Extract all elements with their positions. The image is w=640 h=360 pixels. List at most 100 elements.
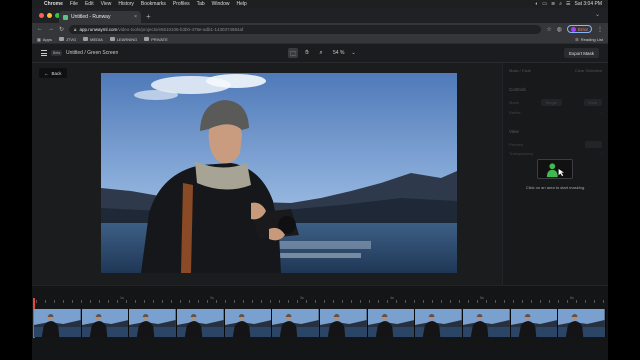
bookmark-jtvg[interactable]: JTVG <box>58 37 76 42</box>
extension-icon[interactable]: ◍ <box>557 26 562 33</box>
timeline-thumbnail <box>558 309 607 337</box>
mask-person-icon <box>537 159 573 179</box>
mode-single-toggle[interactable]: Single <box>540 99 562 106</box>
ruler-tick <box>324 300 325 303</box>
menubar-app-name[interactable]: Chrome <box>44 1 63 7</box>
transparency-toggle-icon[interactable]: ◦ <box>601 151 602 156</box>
new-tab-button[interactable]: + <box>146 12 151 21</box>
ruler-tick <box>360 300 361 303</box>
chevron-down-icon[interactable]: ⌄ <box>351 50 355 56</box>
ruler-tick <box>369 300 370 303</box>
ruler-tick <box>225 300 226 303</box>
preview-row: Preview <box>509 141 602 148</box>
ruler-tick <box>423 300 424 303</box>
controls-section: Controls <box>509 87 602 92</box>
clear-selection-button[interactable]: Clear Selection <box>575 68 602 73</box>
folder-icon <box>144 37 150 41</box>
ruler-tick <box>486 300 487 303</box>
minimize-window-button[interactable] <box>47 13 52 18</box>
back-button[interactable]: ← Back <box>39 68 67 78</box>
ruler-tick <box>252 300 253 303</box>
ruler-tick <box>81 300 82 303</box>
ruler-label: 3s <box>300 296 304 300</box>
avatar <box>571 26 576 32</box>
close-tab-icon[interactable]: × <box>134 14 137 20</box>
preview-select[interactable] <box>585 141 602 148</box>
refine-toggle-icon[interactable]: ◦ <box>601 110 602 115</box>
timeline-thumbnail <box>224 309 273 337</box>
hand-tool-icon[interactable]: ✋︎ <box>302 48 312 58</box>
address-bar[interactable]: 🔒︎ app.runwayml.com/video-tools/projects… <box>69 24 542 34</box>
ruler-tick <box>432 300 433 303</box>
mask-head <box>549 163 556 170</box>
thumbnail-strip[interactable] <box>34 309 607 337</box>
tab-strip: Untitled - Runway × + ⌄ <box>32 8 608 23</box>
timeline-thumbnail <box>320 309 368 337</box>
control-center-icon[interactable]: ☰ <box>566 1 570 7</box>
breadcrumb[interactable]: Untitled / Green Screen <box>66 50 118 56</box>
url-path: /video-tools/projects/e5610106-b3b0-478e… <box>117 26 244 32</box>
reading-list-button[interactable]: ☰ Reading List <box>575 37 603 42</box>
ruler-tick <box>90 300 91 303</box>
menubar-status: ◐ ▭ ≋ ⌕ ☰ Sat 3:04 PM <box>535 1 602 7</box>
ruler-tick <box>180 300 181 303</box>
menu-extra-icon[interactable]: ◐ <box>535 1 538 7</box>
back-arrow-icon[interactable]: ← <box>37 26 43 32</box>
menu-profiles[interactable]: Profiles <box>173 1 190 7</box>
ruler-label: 4s <box>390 296 394 300</box>
ruler-label: 1s <box>120 296 124 300</box>
ruler-tick <box>459 300 460 303</box>
ruler-tick <box>414 300 415 303</box>
profile-error-button[interactable]: Error <box>567 25 592 33</box>
ruler-tick <box>135 300 136 303</box>
timeline-thumbnail <box>367 309 416 337</box>
hamburger-menu-icon[interactable] <box>41 50 47 58</box>
mode-multi-toggle[interactable]: Multi <box>583 99 602 106</box>
bookmark-learning[interactable]: LEARNING <box>109 37 137 42</box>
canvas-tools: ⬚ ✋︎ ⌕ 54 % ⌄ <box>288 48 356 58</box>
bookmark-private[interactable]: PRIVATE <box>144 37 168 42</box>
preview-label: Preview <box>509 142 524 147</box>
bookmark-label: MEDIA <box>90 36 103 42</box>
close-window-button[interactable] <box>39 13 44 18</box>
clock[interactable]: Sat 3:04 PM <box>574 1 602 7</box>
reload-icon[interactable]: ↻ <box>59 26 64 33</box>
menu-window[interactable]: Window <box>212 1 230 7</box>
zoom-level[interactable]: 54 % <box>333 50 344 56</box>
timeline-ruler[interactable]: 1s 2s 3s 4s 5s 6s <box>32 295 608 305</box>
bookmark-star-icon[interactable]: ☆ <box>546 26 551 33</box>
forward-arrow-icon[interactable]: → <box>48 26 54 32</box>
menu-tab[interactable]: Tab <box>197 1 205 7</box>
browser-tab[interactable]: Untitled - Runway × <box>59 11 141 23</box>
menu-help[interactable]: Help <box>236 1 246 7</box>
bookmark-apps[interactable]: ▦ Apps <box>37 37 52 42</box>
battery-icon[interactable]: ▭ <box>542 1 547 7</box>
bookmark-media[interactable]: MEDIA <box>83 37 103 42</box>
ruler-tick <box>477 300 478 303</box>
tab-title: Untitled - Runway <box>71 14 111 20</box>
menu-edit[interactable]: Edit <box>85 1 94 7</box>
ruler-tick <box>99 300 100 303</box>
panel-header: Mask / Fade Clear Selection <box>509 68 602 73</box>
export-mask-button[interactable]: Export Mask <box>563 48 599 58</box>
more-menu-icon[interactable]: ⋮ <box>597 26 603 33</box>
tab-search-icon[interactable]: ⌄ <box>595 11 600 18</box>
timeline-thumbnail <box>272 309 321 337</box>
timeline[interactable]: 1s 2s 3s 4s 5s 6s <box>32 285 608 360</box>
select-tool-icon[interactable]: ⬚ <box>288 48 298 58</box>
menu-file[interactable]: File <box>70 1 78 7</box>
search-icon[interactable]: ⌕ <box>559 1 562 7</box>
ruler-tick <box>531 300 532 303</box>
screen: Chrome File Edit View History Bookmarks … <box>32 0 608 360</box>
menu-view[interactable]: View <box>101 1 112 7</box>
zoom-icon[interactable]: ⌕ <box>316 48 326 58</box>
ruler-tick <box>567 300 568 303</box>
ruler-tick <box>261 300 262 303</box>
video-frame[interactable] <box>101 73 457 273</box>
menu-bookmarks[interactable]: Bookmarks <box>141 1 166 7</box>
ruler-tick <box>279 300 280 303</box>
ruler-tick <box>108 300 109 303</box>
wifi-icon[interactable]: ≋ <box>551 1 555 7</box>
ruler-tick <box>522 300 523 303</box>
menu-history[interactable]: History <box>118 1 134 7</box>
